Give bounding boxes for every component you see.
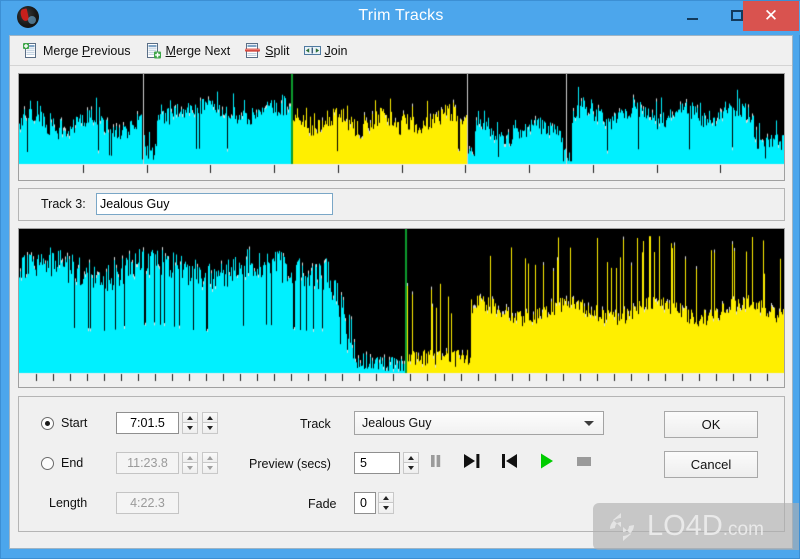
toolbar: Merge Previous Merge Next Split Join	[10, 36, 792, 66]
track-select-label: Track	[300, 417, 331, 431]
start-radio[interactable]: Start	[41, 416, 87, 430]
ok-button[interactable]: OK	[664, 411, 758, 438]
minimize-icon	[686, 18, 698, 20]
close-button[interactable]: ✕	[743, 1, 799, 31]
split-icon	[244, 42, 261, 59]
spinner-down[interactable]	[202, 463, 218, 474]
fade-label: Fade	[308, 497, 337, 511]
track-number-label: Track 3:	[41, 197, 86, 211]
join-icon	[303, 43, 321, 59]
toolbar-split-label: Split	[265, 43, 290, 58]
end-time-spinner-fine[interactable]	[202, 452, 218, 474]
spinner-up[interactable]	[182, 412, 198, 423]
track-select-value: Jealous Guy	[362, 416, 432, 430]
start-time-spinner-coarse[interactable]	[182, 412, 198, 434]
length-label: Length	[49, 496, 88, 510]
start-time-input[interactable]	[116, 412, 179, 434]
end-time-spinner-coarse[interactable]	[182, 452, 198, 474]
watermark-brand: LO4D	[647, 510, 723, 542]
spinner-down[interactable]	[403, 463, 419, 474]
toolbar-split[interactable]: Split	[244, 40, 290, 62]
minimize-button[interactable]	[669, 1, 714, 31]
toolbar-merge-next[interactable]: Merge Next	[145, 40, 231, 62]
preview-secs-input[interactable]	[354, 452, 400, 474]
watermark-text: LO4D.com	[647, 512, 764, 541]
play-to-end-button[interactable]	[459, 450, 485, 472]
client-area: Merge Previous Merge Next Split Join Tra…	[9, 35, 793, 549]
preview-secs-spinner[interactable]	[403, 452, 419, 474]
end-time-input[interactable]	[116, 452, 179, 474]
watermark-suffix: .com	[722, 519, 764, 540]
merge-previous-icon	[22, 42, 39, 59]
spinner-up[interactable]	[182, 452, 198, 463]
track-name-row: Track 3:	[18, 188, 785, 221]
end-radio-indicator	[41, 456, 54, 470]
close-icon: ✕	[763, 6, 779, 25]
lo4d-watermark: LO4D.com	[593, 503, 799, 550]
track-waveform[interactable]	[18, 228, 785, 388]
overview-waveform[interactable]	[18, 73, 785, 181]
title-bar: Trim Tracks ✕	[1, 1, 800, 35]
track-waveform-canvas[interactable]	[19, 229, 784, 387]
window-frame: Trim Tracks ✕ Merge Previous Merge Next …	[0, 0, 800, 559]
toolbar-join[interactable]: Join	[303, 40, 348, 62]
spinner-up[interactable]	[202, 412, 218, 423]
end-radio-label: End	[61, 456, 84, 470]
cancel-button[interactable]: Cancel	[664, 451, 758, 478]
toolbar-merge-previous-label: Merge Previous	[43, 43, 131, 58]
refresh-arrows-icon	[610, 512, 634, 541]
maximize-icon	[730, 10, 743, 21]
spinner-down[interactable]	[182, 463, 198, 474]
screenshot-root: Trim Tracks ✕ Merge Previous Merge Next …	[0, 0, 800, 559]
spinner-down[interactable]	[378, 503, 394, 514]
start-radio-label: Start	[61, 416, 88, 430]
track-select[interactable]: Jealous Guy	[354, 411, 604, 435]
play-button[interactable]	[534, 450, 560, 472]
length-value	[116, 492, 179, 514]
toolbar-join-label: Join	[324, 43, 348, 58]
overview-waveform-canvas[interactable]	[19, 74, 784, 180]
spinner-down[interactable]	[202, 423, 218, 434]
end-radio[interactable]: End	[41, 456, 83, 470]
spinner-down[interactable]	[182, 423, 198, 434]
track-name-input[interactable]	[96, 193, 333, 215]
merge-next-icon	[145, 42, 162, 59]
chevron-down-icon	[584, 421, 594, 426]
toolbar-merge-next-label: Merge Next	[165, 43, 231, 58]
fade-input[interactable]	[354, 492, 376, 514]
spinner-up[interactable]	[202, 452, 218, 463]
fade-spinner[interactable]	[378, 492, 394, 514]
spinner-up[interactable]	[378, 492, 394, 503]
play-from-start-button[interactable]	[497, 450, 523, 472]
pause-button[interactable]	[423, 450, 449, 472]
start-time-spinner-fine[interactable]	[202, 412, 218, 434]
toolbar-merge-previous[interactable]: Merge Previous	[22, 40, 131, 62]
spinner-up[interactable]	[403, 452, 419, 463]
start-radio-indicator	[41, 416, 54, 430]
preview-label: Preview (secs)	[249, 457, 331, 471]
stop-button[interactable]	[571, 450, 597, 472]
